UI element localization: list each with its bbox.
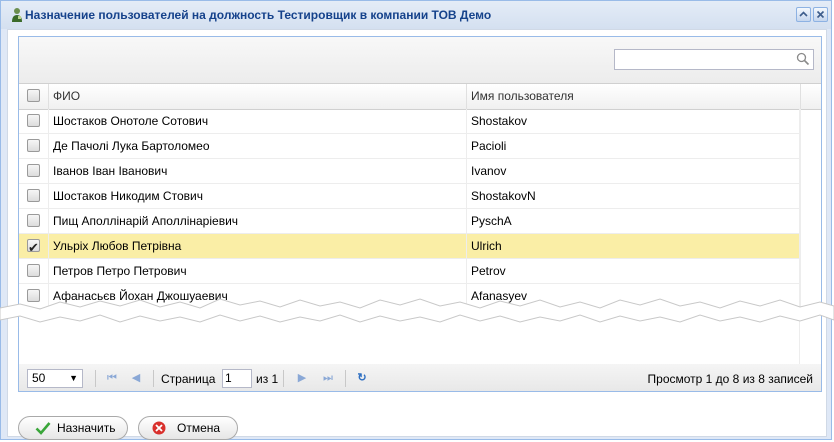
- collapse-icon: [799, 11, 808, 17]
- dialog-titlebar[interactable]: Назначение пользователей на должность Те…: [1, 1, 831, 29]
- user-assign-icon: [12, 8, 22, 22]
- separator: [345, 370, 346, 387]
- row-checkbox-cell: [19, 184, 49, 209]
- select-all-checkbox[interactable]: [27, 89, 40, 102]
- page-of-label: из 1: [256, 372, 279, 386]
- row-checkbox[interactable]: [27, 264, 40, 277]
- row-checkbox[interactable]: [27, 114, 40, 127]
- dialog-body: ФИО Имя пользователя Шостаков Онотоле Со…: [7, 29, 827, 440]
- row-checkbox-cell: [19, 259, 49, 284]
- chevron-down-icon: ▼: [69, 373, 78, 383]
- search-icon[interactable]: [796, 52, 810, 66]
- table-row-selected[interactable]: Ульріх Любов Петрівна Ulrich: [19, 234, 801, 259]
- collapse-button[interactable]: [796, 7, 811, 22]
- separator: [95, 370, 96, 387]
- close-icon: [816, 10, 825, 19]
- page-size-value: 50: [32, 371, 46, 385]
- refresh-icon[interactable]: ↻: [355, 371, 369, 385]
- row-fio: Шостаков Никодим Стович: [49, 184, 467, 209]
- row-username: Shostakov: [467, 109, 801, 134]
- row-checkbox-cell: [19, 159, 49, 184]
- table-row[interactable]: Іванов Іван Іванович Ivanov: [19, 159, 801, 184]
- row-checkbox-checked[interactable]: [27, 236, 40, 259]
- row-checkbox[interactable]: [27, 189, 40, 202]
- assign-button[interactable]: Назначить: [18, 416, 128, 440]
- table-row[interactable]: Шостаков Никодим Стович ShostakovN: [19, 184, 801, 209]
- row-checkbox[interactable]: [27, 214, 40, 227]
- grid-header: ФИО Имя пользователя: [19, 84, 821, 110]
- display-info: Просмотр 1 до 8 из 8 записей: [647, 372, 813, 386]
- row-checkbox-cell: [19, 109, 49, 134]
- page-number-input[interactable]: 1: [222, 369, 252, 388]
- row-username: PyschA: [467, 209, 801, 234]
- assign-button-label: Назначить: [57, 421, 116, 435]
- first-page-icon[interactable]: ⏮: [105, 371, 119, 385]
- cancel-button-label: Отмена: [177, 421, 221, 435]
- row-username: Petrov: [467, 259, 801, 284]
- table-row[interactable]: Шостаков Онотоле Сотович Shostakov: [19, 109, 801, 134]
- search-input[interactable]: [614, 49, 814, 70]
- cancel-icon: [152, 421, 166, 435]
- row-checkbox-cell: [19, 134, 49, 159]
- row-fio: Шостаков Онотоле Сотович: [49, 109, 467, 134]
- row-fio: Іванов Іван Іванович: [49, 159, 467, 184]
- assign-users-dialog: Назначение пользователей на должность Те…: [0, 0, 832, 440]
- page-label: Страница: [161, 372, 216, 386]
- grid-scroll-gutter: [799, 109, 800, 369]
- dialog-title: Назначение пользователей на должность Те…: [25, 8, 492, 22]
- close-button[interactable]: [813, 7, 828, 22]
- row-checkbox[interactable]: [27, 164, 40, 177]
- row-fio: Ульріх Любов Петрівна: [49, 234, 467, 259]
- table-row[interactable]: Пищ Аполлінарій Аполлінаріевич PyschA: [19, 209, 801, 234]
- column-header-username[interactable]: Имя пользователя: [467, 84, 801, 109]
- separator: [153, 370, 154, 387]
- page-size-select[interactable]: 50 ▼: [27, 369, 83, 388]
- row-fio: Де Пачолі Лука Бартоломео: [49, 134, 467, 159]
- select-all-cell: [19, 84, 49, 109]
- row-checkbox-cell: [19, 209, 49, 234]
- table-row[interactable]: Де Пачолі Лука Бартоломео Pacioli: [19, 134, 801, 159]
- check-icon: [35, 422, 51, 435]
- row-fio: Петров Петро Петрович: [49, 259, 467, 284]
- row-username: ShostakovN: [467, 184, 801, 209]
- column-header-fio[interactable]: ФИО: [49, 84, 467, 109]
- next-page-icon[interactable]: ▶: [295, 371, 309, 385]
- cancel-button[interactable]: Отмена: [138, 416, 238, 440]
- row-username: Pacioli: [467, 134, 801, 159]
- table-row[interactable]: Петров Петро Петрович Petrov: [19, 259, 801, 284]
- grid-toolbar: [19, 37, 821, 84]
- row-checkbox-cell: [19, 234, 49, 259]
- separator: [283, 370, 284, 387]
- torn-edge-cutout: [0, 298, 834, 323]
- paging-toolbar: 50 ▼ ⏮ ◀ Страница 1 из 1 ▶ ⏭ ↻ Просмотр …: [18, 364, 822, 392]
- row-username: Ulrich: [467, 234, 801, 259]
- row-checkbox[interactable]: [27, 139, 40, 152]
- row-fio: Пищ Аполлінарій Аполлінаріевич: [49, 209, 467, 234]
- last-page-icon[interactable]: ⏭: [321, 371, 335, 385]
- prev-page-icon[interactable]: ◀: [129, 371, 143, 385]
- row-username: Ivanov: [467, 159, 801, 184]
